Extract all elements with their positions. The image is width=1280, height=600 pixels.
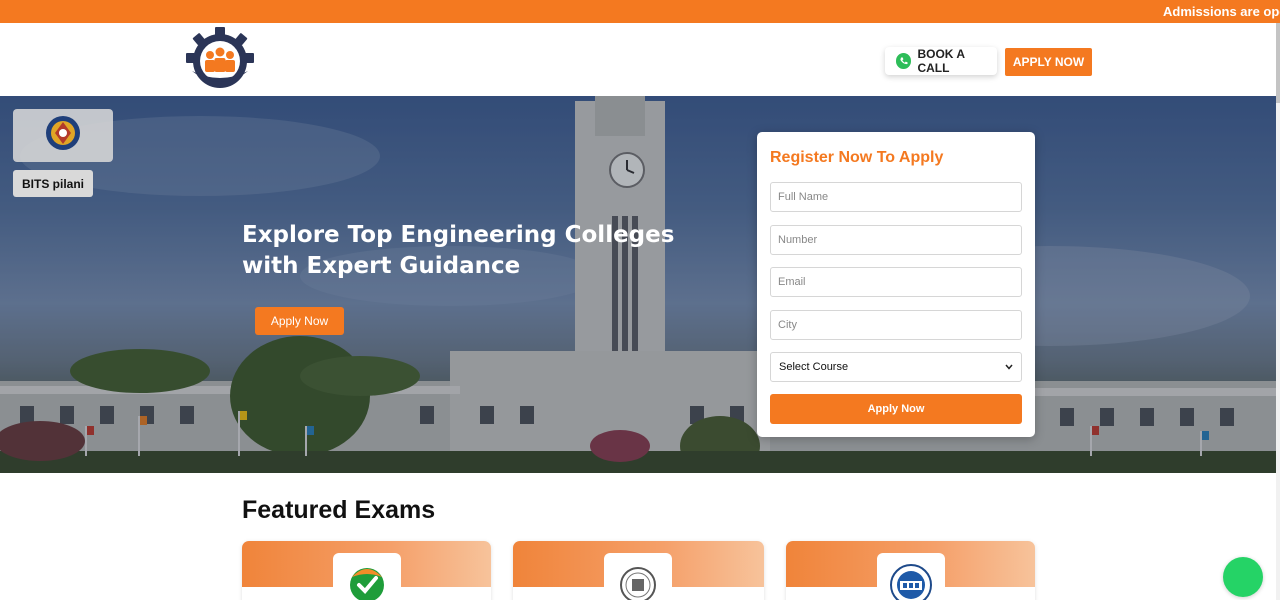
form-title: Register Now To Apply bbox=[770, 149, 944, 166]
announcement-ticker: Admissions are ope bbox=[0, 0, 1280, 23]
site-header: BOOK A CALL APPLY NOW bbox=[0, 23, 1280, 96]
registration-form: Register Now To Apply Select Course Appl… bbox=[757, 132, 1035, 437]
book-call-label: BOOK A CALL bbox=[917, 47, 965, 75]
hero-apply-now-button[interactable]: Apply Now bbox=[255, 307, 344, 335]
cet-logo-icon bbox=[877, 553, 945, 600]
seal-emblem-icon bbox=[604, 553, 672, 600]
apply-now-header-button[interactable]: APPLY NOW bbox=[1005, 48, 1092, 76]
form-submit-button[interactable]: Apply Now bbox=[770, 394, 1022, 424]
exam-card[interactable] bbox=[242, 541, 491, 600]
exam-card[interactable] bbox=[786, 541, 1035, 600]
page-scrollbar[interactable] bbox=[1276, 23, 1280, 600]
hero-title: Explore Top Engineering Colleges with Ex… bbox=[242, 220, 722, 282]
whatsapp-chat-button[interactable] bbox=[1223, 557, 1263, 597]
course-select-value: Select Course bbox=[779, 361, 849, 373]
bits-pilani-crest-icon bbox=[45, 115, 81, 156]
book-call-button[interactable]: BOOK A CALL bbox=[885, 47, 997, 75]
phone-icon bbox=[896, 53, 912, 69]
scrollbar-thumb[interactable] bbox=[1276, 23, 1280, 103]
full-name-input[interactable] bbox=[770, 182, 1022, 212]
featured-exams-heading: Featured Exams bbox=[242, 496, 436, 524]
ticker-text: Admissions are ope bbox=[1163, 4, 1280, 19]
hero-title-line-2: with Expert Guidance bbox=[242, 253, 521, 279]
checkmark-badge-icon bbox=[333, 553, 401, 600]
hero-banner: BITS pilani Explore Top Engineering Coll… bbox=[0, 96, 1276, 473]
hero-title-line-1: Explore Top Engineering Colleges bbox=[242, 222, 675, 248]
course-select[interactable]: Select Course bbox=[770, 352, 1022, 382]
city-input[interactable] bbox=[770, 310, 1022, 340]
site-logo-icon[interactable] bbox=[184, 27, 256, 91]
college-logo-card[interactable] bbox=[13, 109, 113, 162]
chevron-down-icon bbox=[1005, 361, 1013, 373]
email-input[interactable] bbox=[770, 267, 1022, 297]
college-name-label[interactable]: BITS pilani bbox=[13, 170, 93, 197]
number-input[interactable] bbox=[770, 225, 1022, 255]
exam-card[interactable] bbox=[513, 541, 764, 600]
